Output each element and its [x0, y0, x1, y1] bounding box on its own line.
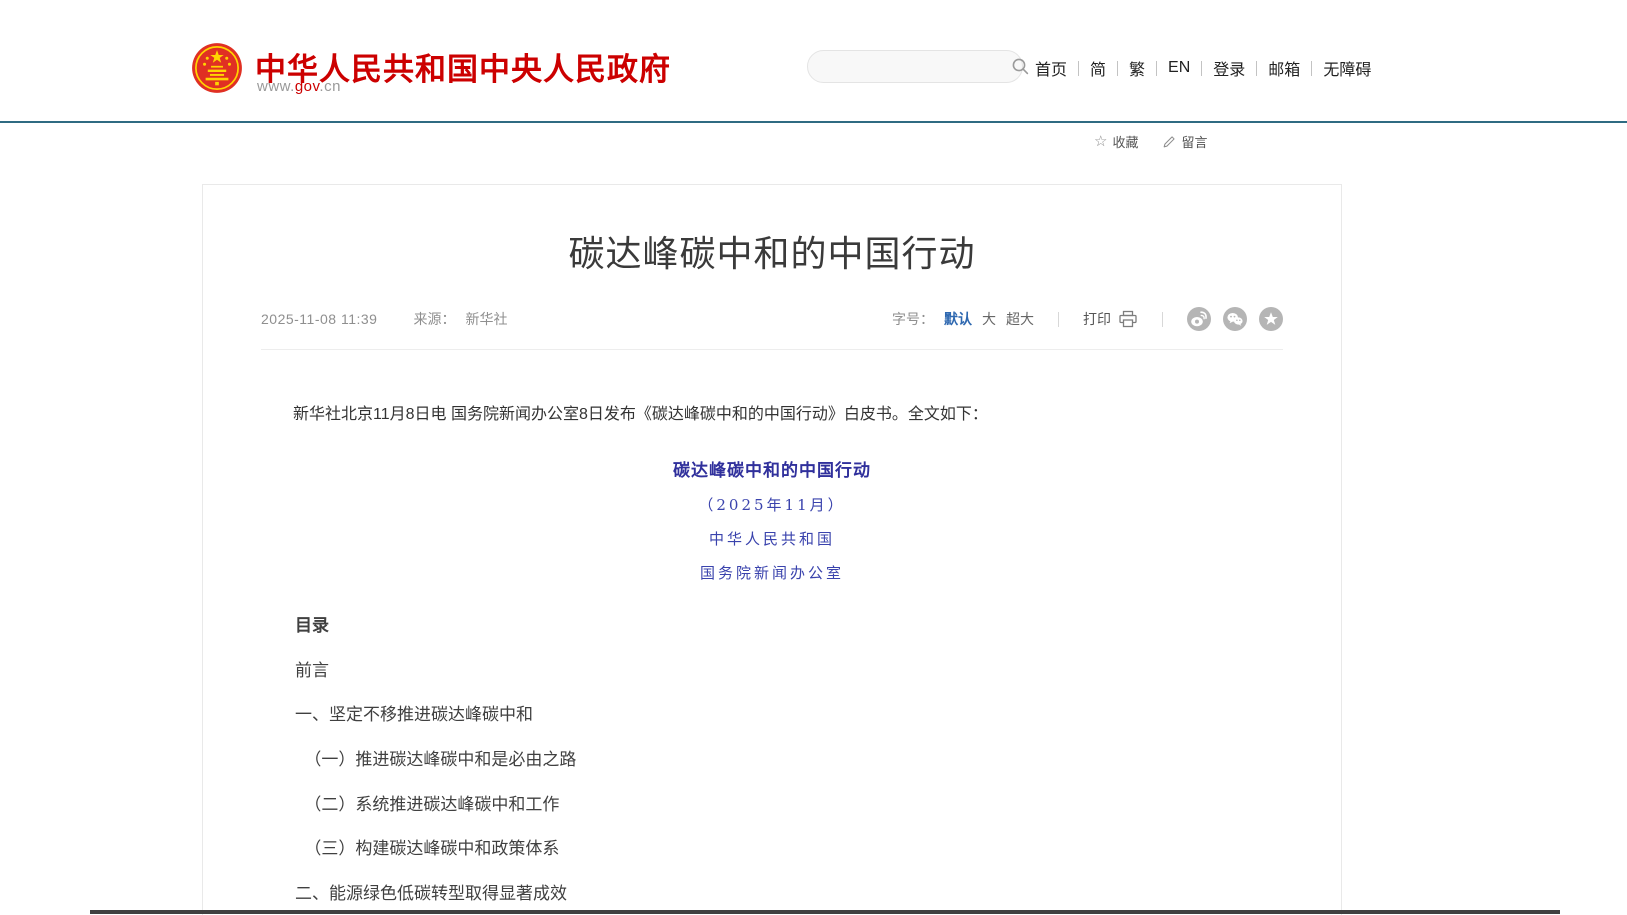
nav-login[interactable]: 登录: [1202, 56, 1256, 80]
search-button[interactable]: [1011, 51, 1030, 82]
article-lead-paragraph: 新华社北京11月8日电 国务院新闻办公室8日发布《碳达峰碳中和的中国行动》白皮书…: [261, 402, 1283, 428]
header-divider-line: [0, 121, 1627, 123]
article-title: 碳达峰碳中和的中国行动: [203, 225, 1341, 277]
page-tools: ☆ 收藏 留言: [1094, 132, 1207, 151]
comment-label: 留言: [1181, 132, 1207, 151]
font-size-large-button[interactable]: 大: [982, 309, 996, 329]
meta-divider: [1058, 312, 1059, 327]
font-size-xlarge-button[interactable]: 超大: [1006, 309, 1034, 329]
document-title: 碳达峰碳中和的中国行动: [203, 456, 1341, 481]
font-size-default-button[interactable]: 默认: [944, 309, 972, 329]
weibo-share-button[interactable]: [1187, 307, 1211, 331]
nav-traditional[interactable]: 繁: [1118, 56, 1156, 80]
toc-item-preface: 前言: [261, 662, 1283, 681]
nav-mail[interactable]: 邮箱: [1257, 56, 1311, 80]
star-share-button[interactable]: [1259, 307, 1283, 331]
site-header: 中华人民共和国中央人民政府 www.gov.cn 首页 简 繁 EN 登录 邮箱: [0, 0, 1627, 121]
nav-home[interactable]: 首页: [1035, 56, 1078, 80]
wechat-icon: [1223, 307, 1247, 331]
publish-date: 2025-11-08 11:39: [261, 311, 377, 327]
nav-accessibility[interactable]: 无障碍: [1312, 56, 1371, 80]
document-date: （2025年11月）: [203, 494, 1341, 515]
site-url: www.gov.cn: [257, 78, 341, 95]
site-url-www: www.: [257, 78, 295, 95]
toc-item-section2: 二、能源绿色低碳转型取得显著成效: [261, 885, 1283, 904]
national-emblem-logo: [191, 42, 243, 94]
article-meta-right: 字号： 默认 大 超大 打印: [892, 307, 1283, 331]
print-label: 打印: [1083, 309, 1111, 329]
meta-separator: [261, 349, 1283, 350]
favorite-label: 收藏: [1112, 132, 1138, 151]
star-icon: ☆: [1094, 134, 1107, 149]
search-input[interactable]: [808, 51, 1011, 82]
wechat-share-button[interactable]: [1223, 307, 1247, 331]
nav-english[interactable]: EN: [1157, 59, 1201, 77]
table-of-contents: 目录 前言 一、坚定不移推进碳达峰碳中和 （一）推进碳达峰碳中和是必由之路 （二…: [261, 611, 1283, 915]
toc-heading: 目录: [261, 611, 1283, 636]
nav-simplified[interactable]: 简: [1079, 56, 1117, 80]
favorite-button[interactable]: ☆ 收藏: [1094, 132, 1138, 151]
pen-icon: [1162, 135, 1176, 149]
source-label: 来源：: [413, 309, 455, 329]
top-nav: 首页 简 繁 EN 登录 邮箱 无障碍: [1035, 56, 1371, 80]
font-size-label: 字号：: [892, 309, 934, 329]
toc-item-section1: 一、坚定不移推进碳达峰碳中和: [261, 706, 1283, 725]
document-heading-block: 碳达峰碳中和的中国行动 （2025年11月） 中华人民共和国 国务院新闻办公室: [203, 456, 1341, 583]
site-url-cn: .cn: [319, 78, 341, 95]
document-org-line2: 国务院新闻办公室: [203, 562, 1341, 583]
search-box: [807, 50, 1023, 83]
site-url-gov: gov: [295, 78, 320, 95]
meta-divider: [1162, 312, 1163, 327]
document-org-line1: 中华人民共和国: [203, 528, 1341, 549]
toc-item-section1-2: （二）系统推进碳达峰碳中和工作: [261, 796, 1283, 815]
toc-item-section1-1: （一）推进碳达峰碳中和是必由之路: [261, 751, 1283, 770]
article-meta-left: 2025-11-08 11:39 来源： 新华社: [261, 309, 507, 329]
print-button[interactable]: 打印: [1083, 309, 1138, 329]
comment-button[interactable]: 留言: [1162, 132, 1207, 151]
weibo-icon: [1187, 307, 1211, 331]
share-icons: [1187, 307, 1283, 331]
star-share-icon: [1259, 307, 1283, 331]
article-container: 碳达峰碳中和的中国行动 2025-11-08 11:39 来源： 新华社 字号：…: [202, 184, 1342, 915]
gov-cn-page: 中华人民共和国中央人民政府 www.gov.cn 首页 简 繁 EN 登录 邮箱: [0, 0, 1627, 915]
printer-icon: [1118, 310, 1138, 328]
search-icon: [1011, 57, 1030, 76]
article-meta-row: 2025-11-08 11:39 来源： 新华社 字号： 默认 大 超大 打印: [261, 307, 1283, 331]
bottom-edge-line: [90, 910, 1560, 914]
source-value[interactable]: 新华社: [465, 309, 507, 329]
toc-item-section1-3: （三）构建碳达峰碳中和政策体系: [261, 840, 1283, 859]
